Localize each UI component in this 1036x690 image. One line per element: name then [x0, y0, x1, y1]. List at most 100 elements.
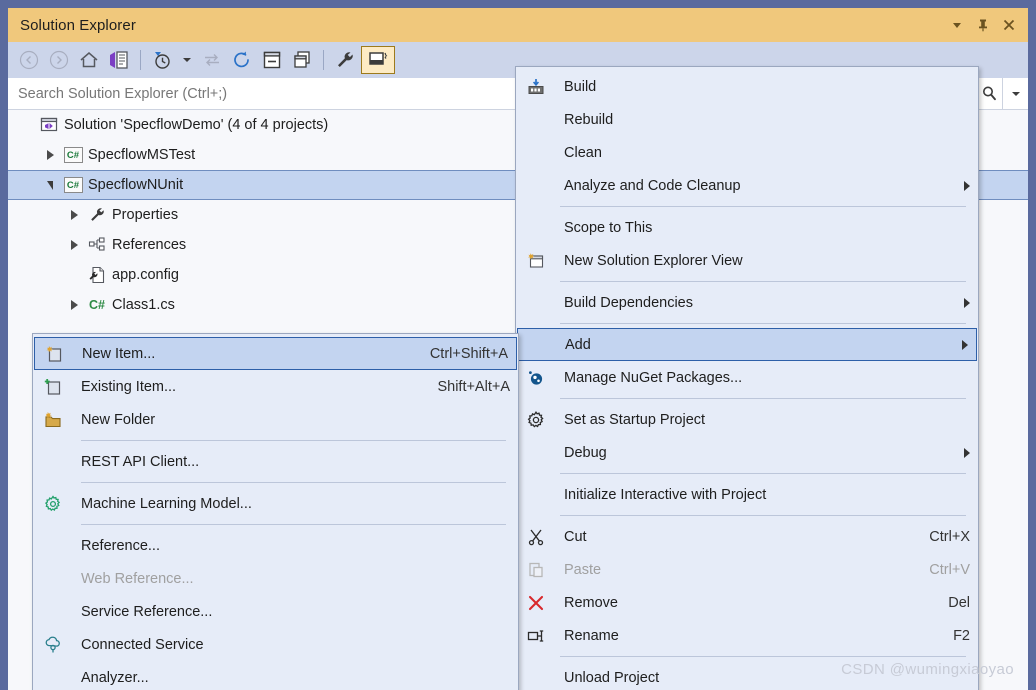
menu-item[interactable]: Unload Project [516, 661, 978, 690]
menu-item[interactable]: RenameF2 [516, 619, 978, 652]
menu-item-label: Paste [554, 562, 909, 578]
menu-item[interactable]: Add [517, 328, 977, 361]
menu-item[interactable]: Existing Item...Shift+Alt+A [33, 370, 518, 403]
menu-item[interactable]: RemoveDel [516, 586, 978, 619]
back-icon[interactable] [15, 46, 43, 74]
menu-item-label: Rename [554, 628, 933, 644]
menu-item[interactable]: REST API Client... [33, 445, 518, 478]
search-options-dropdown-icon[interactable] [1002, 78, 1028, 109]
menu-item[interactable]: Clean [516, 136, 978, 169]
menu-item[interactable]: Manage NuGet Packages... [516, 361, 978, 394]
menu-item[interactable]: Machine Learning Model... [33, 487, 518, 520]
wrench-icon [84, 206, 110, 224]
add-submenu: New Item...Ctrl+Shift+AExisting Item...S… [32, 333, 519, 690]
submenu-arrow-icon [962, 340, 968, 350]
csharp-file-icon: C# [84, 298, 110, 312]
menu-item-label: New Item... [72, 346, 410, 362]
menu-item: PasteCtrl+V [516, 553, 978, 586]
menu-item[interactable]: Set as Startup Project [516, 403, 978, 436]
toolbar-separator [140, 50, 141, 70]
menu-item-label: Cut [554, 529, 909, 545]
submenu-arrow-icon [964, 448, 970, 458]
page-title: Solution Explorer [20, 17, 944, 34]
refresh-icon[interactable] [228, 46, 256, 74]
menu-item[interactable]: Rebuild [516, 103, 978, 136]
tree-row-label: Properties [110, 207, 178, 223]
chevron-right-icon[interactable] [40, 150, 60, 160]
history-dropdown-icon[interactable] [178, 46, 196, 74]
tree-row-label: Class1.cs [110, 297, 175, 313]
rename-icon [518, 627, 554, 645]
menu-item[interactable]: Service Reference... [33, 595, 518, 628]
clipboard-icon [518, 561, 554, 579]
menu-separator [81, 482, 506, 483]
menu-item-label: Unload Project [554, 670, 970, 686]
menu-item-label: Remove [554, 595, 928, 611]
ml-model-icon [35, 495, 71, 513]
menu-separator [560, 323, 966, 324]
forward-icon[interactable] [45, 46, 73, 74]
menu-item-label: Set as Startup Project [554, 412, 970, 428]
menu-item[interactable]: Build [516, 70, 978, 103]
menu-item-label: New Folder [71, 412, 510, 428]
collapse-all-icon[interactable] [258, 46, 286, 74]
menu-separator [81, 524, 506, 525]
chevron-right-icon[interactable] [64, 240, 84, 250]
csharp-project-icon: C# [60, 177, 86, 193]
menu-item[interactable]: Reference... [33, 529, 518, 562]
menu-item[interactable]: New Folder [33, 403, 518, 436]
panel-title-bar: Solution Explorer [8, 8, 1028, 42]
preview-selected-items-icon[interactable] [361, 46, 395, 74]
menu-item-label: Clean [554, 145, 970, 161]
home-icon[interactable] [75, 46, 103, 74]
menu-item-shortcut: Shift+Alt+A [417, 379, 510, 395]
menu-item-label: Build [554, 79, 970, 95]
sync-with-document-icon[interactable] [198, 46, 226, 74]
menu-item-shortcut: Ctrl+V [909, 562, 970, 578]
menu-item[interactable]: CutCtrl+X [516, 520, 978, 553]
chevron-down-icon[interactable] [944, 12, 970, 38]
scissors-icon [518, 528, 554, 546]
menu-item-label: Web Reference... [71, 571, 510, 587]
menu-separator [560, 398, 966, 399]
build-icon [518, 78, 554, 96]
show-all-files-icon[interactable] [288, 46, 316, 74]
menu-separator [560, 473, 966, 474]
menu-item[interactable]: New Item...Ctrl+Shift+A [34, 337, 517, 370]
new-item-icon [36, 345, 72, 363]
menu-item-label: Analyzer... [71, 670, 510, 686]
chevron-right-icon[interactable] [64, 300, 84, 310]
menu-item[interactable]: Debug [516, 436, 978, 469]
menu-item-label: New Solution Explorer View [554, 253, 970, 269]
menu-item-shortcut: F2 [933, 628, 970, 644]
history-icon[interactable] [148, 46, 176, 74]
pin-icon[interactable] [970, 12, 996, 38]
existing-item-icon [35, 378, 71, 396]
menu-item-label: Build Dependencies [554, 295, 950, 311]
tree-row-label: SpecflowMSTest [86, 147, 195, 163]
chevron-right-icon[interactable] [64, 210, 84, 220]
menu-item[interactable]: New Solution Explorer View [516, 244, 978, 277]
menu-item-label: REST API Client... [71, 454, 510, 470]
menu-item-label: Analyze and Code Cleanup [554, 178, 950, 194]
solution-explorer-home-icon[interactable] [105, 46, 133, 74]
config-file-icon [84, 266, 110, 284]
menu-item-label: Reference... [71, 538, 510, 554]
search-icon[interactable] [976, 78, 1002, 109]
close-icon[interactable] [996, 12, 1022, 38]
project-context-menu: Build Rebuild Clean Analyze and Code Cleanu… [515, 66, 979, 690]
submenu-arrow-icon [964, 298, 970, 308]
toolbar-separator-2 [323, 50, 324, 70]
menu-item-label: Connected Service [71, 637, 510, 653]
menu-item[interactable]: Initialize Interactive with Project [516, 478, 978, 511]
menu-item[interactable]: Analyze and Code Cleanup [516, 169, 978, 202]
properties-wrench-icon[interactable] [331, 46, 359, 74]
menu-item-label: Service Reference... [71, 604, 510, 620]
menu-item[interactable]: Connected Service [33, 628, 518, 661]
gear-icon [518, 411, 554, 429]
menu-item[interactable]: Build Dependencies [516, 286, 978, 319]
menu-item[interactable]: Analyzer... [33, 661, 518, 690]
menu-item[interactable]: Scope to This [516, 211, 978, 244]
new-window-icon [518, 252, 554, 270]
chevron-down-icon[interactable] [40, 181, 60, 190]
